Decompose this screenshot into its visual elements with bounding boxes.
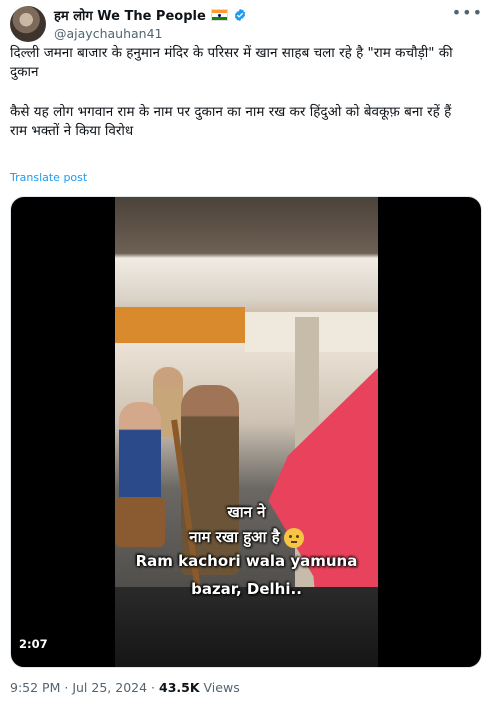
views-label: Views <box>203 680 240 695</box>
meta-separator-2: · <box>151 680 156 695</box>
author-handle[interactable]: @ajaychauhan41 <box>54 26 162 41</box>
video-caption-line2: नाम रखा हुआ है <box>115 527 378 548</box>
video-caption-line1: खान ने <box>227 503 266 521</box>
author-name-row: हम लोग We The People <box>54 6 247 24</box>
thinking-face-icon <box>283 527 304 548</box>
tweet-text: दिल्ली जमना बाजार के हनुमान मंदिर के परि… <box>10 44 475 141</box>
verified-badge-icon <box>234 8 245 22</box>
video-caption-line4: bazar, Delhi.. <box>191 580 302 598</box>
views-count[interactable]: 43.5K <box>159 680 200 695</box>
meta-separator: · <box>64 680 69 695</box>
more-options-icon[interactable]: ••• <box>452 5 483 21</box>
author-avatar[interactable] <box>10 6 46 42</box>
video-caption-line3: Ram kachori wala yamuna <box>135 552 358 570</box>
video-player[interactable]: खान ने नाम रखा हुआ है Ram kachori wala y… <box>10 196 482 668</box>
video-frame: खान ने नाम रखा हुआ है Ram kachori wala y… <box>115 197 378 667</box>
tweet-text-line2: कैसे यह लोग भगवान राम के नाम पर दुकान का… <box>10 104 452 120</box>
tweet-time[interactable]: 9:52 PM <box>10 680 60 695</box>
video-caption-line2-text: नाम रखा हुआ है <box>189 528 280 546</box>
tweet-text-line1: दिल्ली जमना बाजार के हनुमान मंदिर के परि… <box>10 45 453 80</box>
tweet-header: हम लोग We The People @ajaychauhan41 ••• <box>10 4 487 44</box>
tweet-meta: 9:52 PM · Jul 25, 2024 · 43.5K Views <box>10 680 240 695</box>
india-flag-icon <box>210 9 228 21</box>
tweet-text-line3: राम भक्तों ने किया विरोध <box>10 123 134 139</box>
translate-post-link[interactable]: Translate post <box>10 171 87 184</box>
video-duration: 2:07 <box>19 637 48 651</box>
author-display-name[interactable]: हम लोग We The People <box>54 6 206 24</box>
tweet-date[interactable]: Jul 25, 2024 <box>72 680 147 695</box>
